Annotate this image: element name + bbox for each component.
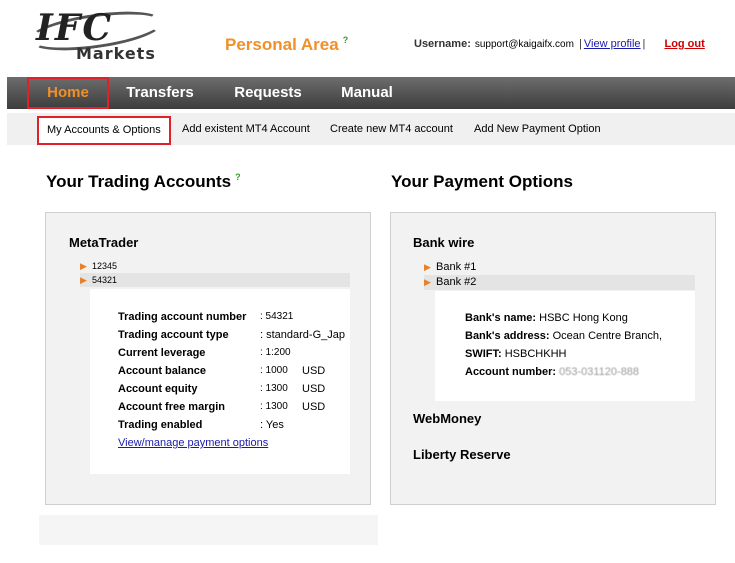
subnav-my-accounts[interactable]: My Accounts & Options [37,116,171,145]
nav-manual[interactable]: Manual [327,77,407,109]
account-item[interactable]: ▶ 12345 [80,259,350,273]
trading-accounts-title: Your Trading Accounts? [46,172,241,192]
triangle-right-icon: ▶ [424,277,431,287]
subnav-create-mt4[interactable]: Create new MT4 account [330,113,453,145]
triangle-right-icon: ▶ [80,261,87,271]
payment-options-title: Your Payment Options [391,172,573,191]
bank-detail-row: Bank's name: HSBC Hong Kong [465,312,628,324]
bank-item-selected[interactable]: ▶ Bank #2 [424,275,695,290]
logo-subtext: Markets [76,44,156,63]
subnav-add-payment[interactable]: Add New Payment Option [474,113,601,145]
webmoney-heading[interactable]: WebMoney [413,411,481,426]
bank-item[interactable]: ▶ Bank #1 [424,260,694,275]
account-number: 12345 [92,261,118,271]
account-details: Trading account number : 54321 Trading a… [90,289,350,474]
manage-payment-link[interactable]: View/manage payment options [118,437,268,449]
bank-detail-row: Bank's address: Ocean Centre Branch, [465,330,663,342]
platform-heading: MetaTrader [69,235,139,250]
nav-requests[interactable]: Requests [223,77,313,109]
sub-nav: My Accounts & Options Add existent MT4 A… [7,113,735,145]
payment-options-panel: Bank wire ▶ Bank #1 ▶ Bank #2 Bank's name:… [390,212,716,505]
help-icon[interactable]: ? [235,172,241,182]
page-title-text: Personal Area [225,35,339,54]
user-info: Username: support@kaigaifx.com | View prof… [414,38,705,50]
separator: | [642,38,646,50]
view-profile-link[interactable]: View profile [584,38,641,50]
bank-name: Bank #2 [436,276,477,288]
bank-detail-row: SWIFT: HSBCHKHH [465,348,567,360]
username-value: support@kaigaifx.com [474,39,574,50]
account-item-selected[interactable]: ▶ 54321 [80,273,350,287]
bank-detail-row: Account number: 053-031120-888 [465,366,640,378]
account-number: 54321 [92,275,118,285]
trading-accounts-panel: MetaTrader ▶ 12345 ▶ 54321 Trading account… [45,212,371,505]
subnav-add-existent-mt4[interactable]: Add existent MT4 Account [182,113,310,145]
bank-name: Bank #1 [436,261,477,273]
triangle-right-icon: ▶ [80,275,87,285]
triangle-right-icon: ▶ [424,262,431,272]
help-icon[interactable]: ? [343,35,349,45]
ifc-markets-logo[interactable]: IFC Markets [26,4,166,63]
page-title: Personal Area? [225,35,348,55]
nav-transfers[interactable]: Transfers [115,77,205,109]
separator: | [579,38,582,50]
bank-details: Bank's name: HSBC Hong Kong Bank's addre… [435,291,695,401]
logout-link[interactable]: Log out [664,38,704,50]
liberty-reserve-heading[interactable]: Liberty Reserve [413,447,511,462]
trading-accounts-title-text: Your Trading Accounts [46,172,232,191]
logo-text: IFC [36,7,114,49]
bank-wire-heading: Bank wire [413,235,475,250]
footer-strip [39,515,378,545]
main-nav: Home Transfers Requests Manual [7,77,735,109]
nav-home[interactable]: Home [27,77,109,109]
username-label: Username: [414,38,471,50]
